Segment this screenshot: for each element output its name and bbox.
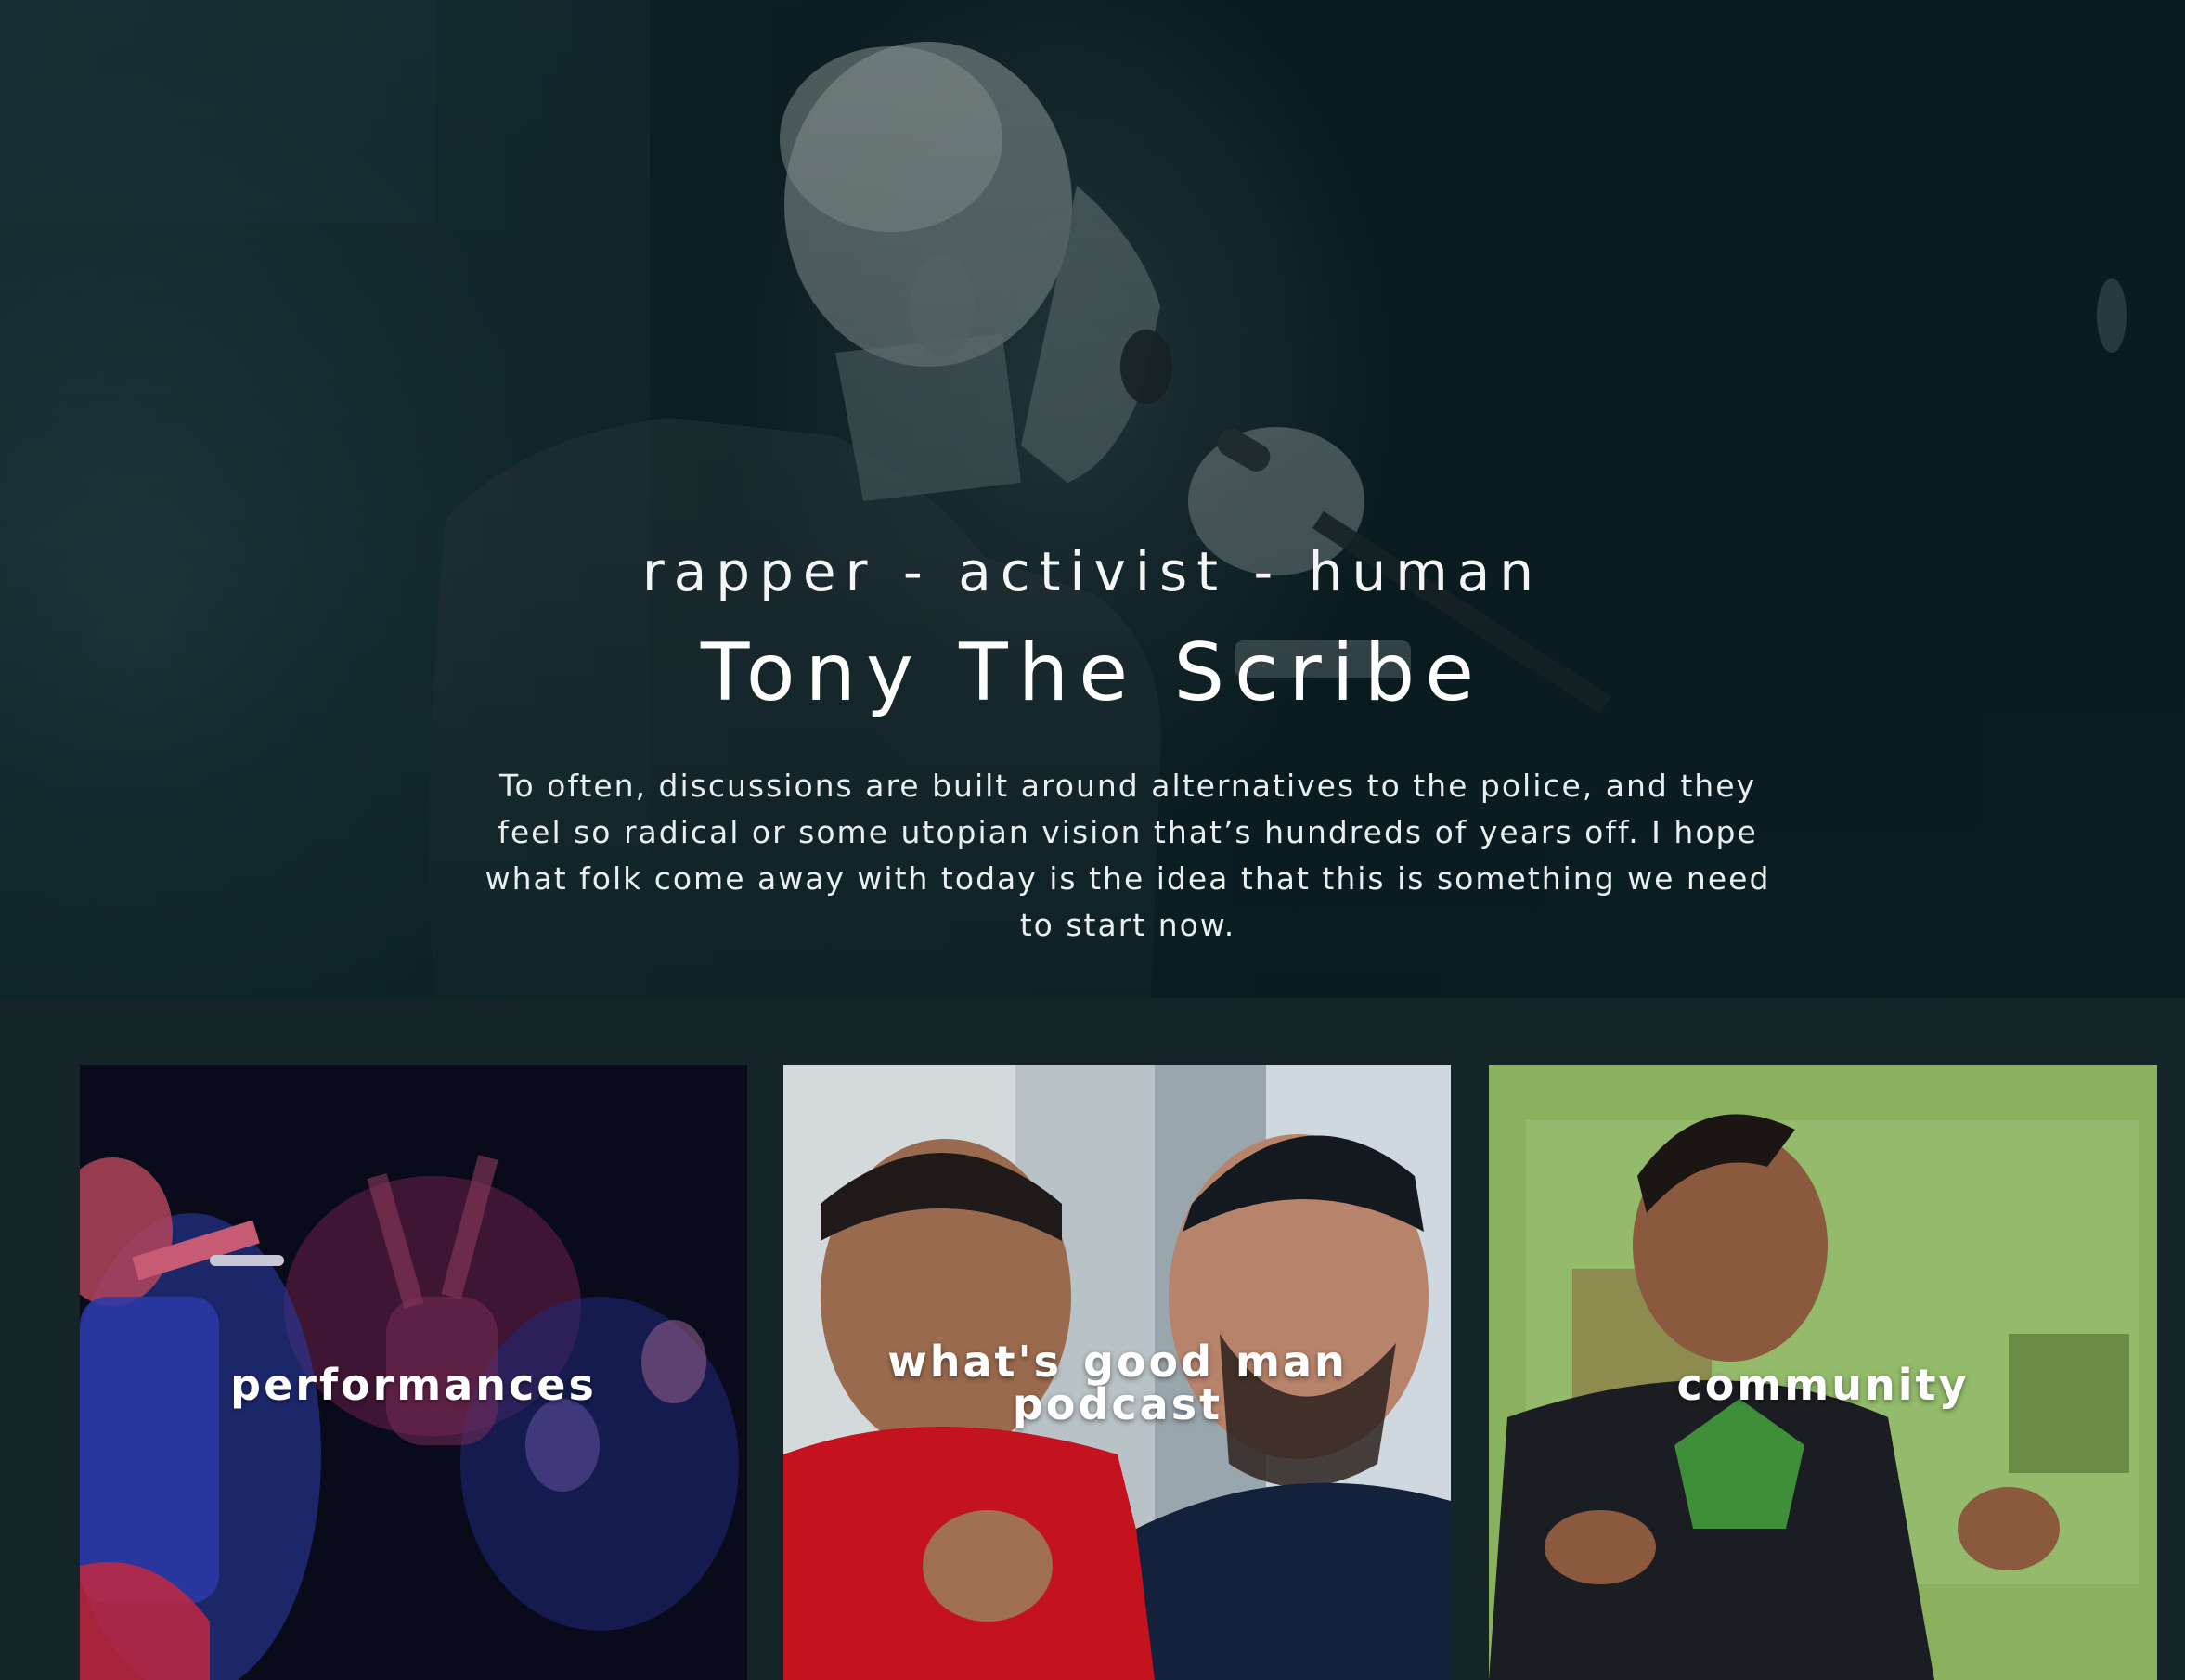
hero-tagline: rapper - activist - human bbox=[641, 540, 1544, 603]
card-label-performances: performances bbox=[230, 1360, 597, 1410]
card-performances[interactable]: performances bbox=[80, 1065, 747, 1680]
hero-text: rapper - activist - human Tony The Scrib… bbox=[0, 0, 2185, 998]
hero-title: Tony The Scribe bbox=[700, 627, 1485, 719]
hero-quote: To often, discussions are built around a… bbox=[485, 768, 1771, 943]
card-community[interactable]: community bbox=[1489, 1065, 2157, 1680]
card-podcast[interactable]: what's good man podcast bbox=[783, 1065, 1451, 1680]
card-label-podcast: what's good man podcast bbox=[887, 1337, 1348, 1429]
card-label-community: community bbox=[1676, 1360, 1970, 1410]
hero-section: rapper - activist - human Tony The Scrib… bbox=[0, 0, 2185, 998]
